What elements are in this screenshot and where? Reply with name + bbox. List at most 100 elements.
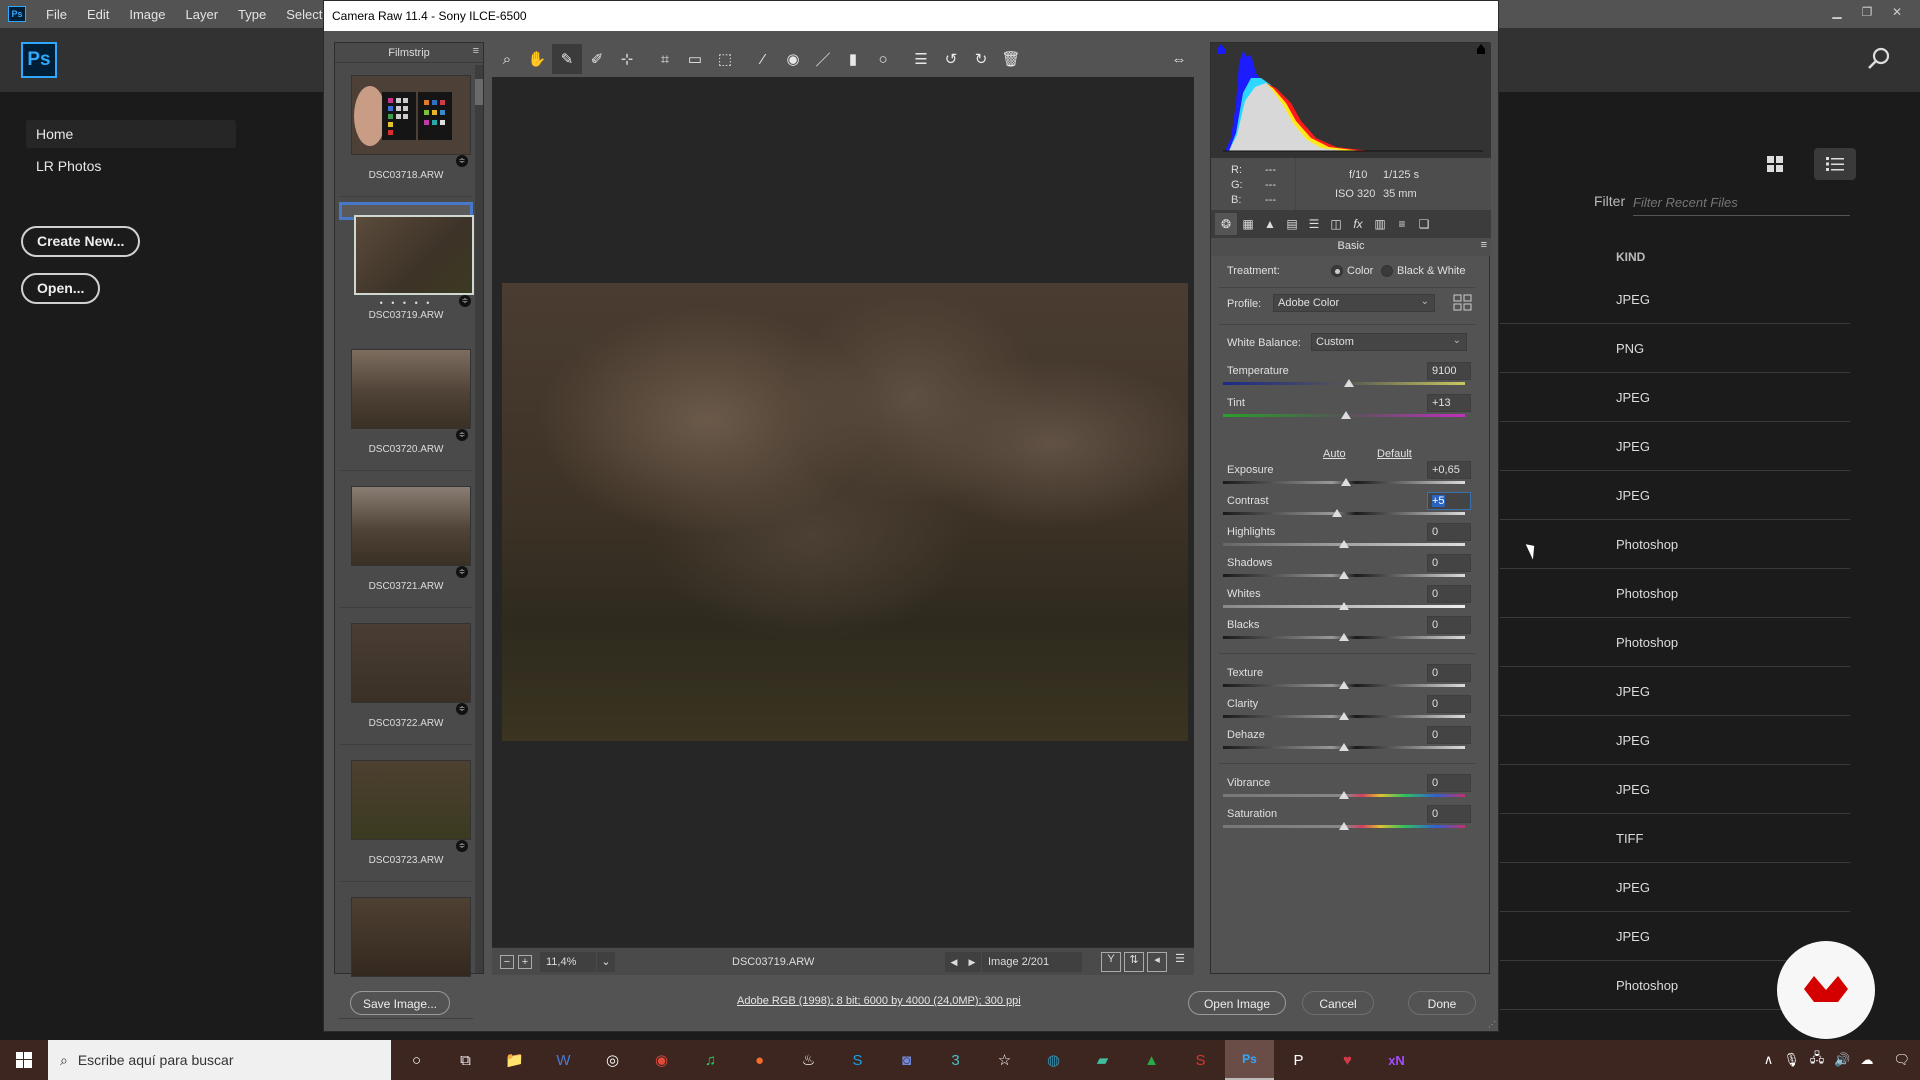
recent-file-row[interactable]: JPEG <box>1500 373 1850 422</box>
dehaze-slider-handle[interactable] <box>1339 743 1349 751</box>
minimize-button[interactable]: ▁ <box>1822 2 1852 22</box>
brand-bubble[interactable] <box>1777 941 1875 1039</box>
recent-file-row[interactable]: TIFF <box>1500 814 1850 863</box>
photoshop-taskbar-icon[interactable]: Ps <box>1225 1040 1274 1080</box>
open-button[interactable]: Open... <box>21 273 101 304</box>
file-explorer-taskbar-icon[interactable]: 📁 <box>490 1040 539 1080</box>
presets-tab-icon[interactable]: ≡ <box>1391 213 1413 235</box>
menu-type[interactable]: Type <box>238 7 266 22</box>
whites-slider-handle[interactable] <box>1339 602 1349 610</box>
notifications-icon[interactable]: 🗨 <box>1893 1052 1910 1068</box>
kind-column-header[interactable]: KIND <box>1616 250 1645 264</box>
recent-file-row[interactable]: JPEG <box>1500 471 1850 520</box>
vibrance-slider-handle[interactable] <box>1339 791 1349 799</box>
recent-file-row[interactable]: JPEG <box>1500 765 1850 814</box>
saturation-value-input[interactable]: 0 <box>1427 805 1471 823</box>
profile-select[interactable]: Adobe Color ⌄ <box>1273 294 1435 312</box>
recent-file-row[interactable]: Photoshop <box>1500 520 1850 569</box>
vibrance-value-input[interactable]: 0 <box>1427 774 1471 792</box>
recent-file-row[interactable]: Photoshop <box>1500 618 1850 667</box>
recent-file-row[interactable]: PNG <box>1500 324 1850 373</box>
app-circle-taskbar-icon[interactable]: ◍ <box>1029 1040 1078 1080</box>
highlights-slider-handle[interactable] <box>1339 540 1349 548</box>
scroll-thumb[interactable] <box>475 79 483 105</box>
preview-image[interactable] <box>502 283 1188 741</box>
cancel-button[interactable]: Cancel <box>1302 991 1374 1015</box>
tint-slider-handle[interactable] <box>1341 411 1352 419</box>
treatment-bw-radio[interactable]: Black & White <box>1381 265 1465 278</box>
zoom-level[interactable]: 11,4% <box>540 951 596 972</box>
rotate-left-tool-icon[interactable]: ↺ <box>936 44 966 74</box>
basic-tab-icon[interactable]: ❂ <box>1215 213 1237 235</box>
red-eye-tool-icon[interactable]: ◉ <box>778 44 808 74</box>
targeted-adjustment-tool-icon[interactable]: ⊹ <box>612 44 642 74</box>
blacks-slider-handle[interactable] <box>1339 633 1349 641</box>
menu-file[interactable]: File <box>46 7 67 22</box>
spot-removal-tool-icon[interactable]: ⁄ <box>748 44 778 74</box>
temperature-slider-handle[interactable] <box>1343 379 1354 387</box>
recent-file-row[interactable]: JPEG <box>1500 422 1850 471</box>
filmstrip-menu-icon[interactable]: ≡ <box>473 45 479 57</box>
create-new-button[interactable]: Create New... <box>21 226 141 257</box>
clarity-slider-handle[interactable] <box>1339 712 1349 720</box>
preview-preferences-icon[interactable]: ☰ <box>1170 952 1190 972</box>
delete-tool-icon[interactable]: 🗑 <box>996 44 1026 74</box>
grid-view-icon[interactable] <box>1766 155 1784 173</box>
lens-corrections-tab-icon[interactable]: ◫ <box>1325 213 1347 235</box>
whites-value-input[interactable]: 0 <box>1427 585 1471 603</box>
panel-menu-icon[interactable]: ≡ <box>1481 239 1487 251</box>
zbrush-taskbar-icon[interactable]: ☆ <box>980 1040 1029 1080</box>
zoom-in-button[interactable]: + <box>518 954 532 969</box>
swap-settings-icon[interactable]: ⇅ <box>1124 952 1144 972</box>
list-view-button[interactable] <box>1814 148 1856 180</box>
treatment-color-radio[interactable]: Color <box>1331 265 1373 278</box>
recent-file-row[interactable]: Photoshop <box>1500 569 1850 618</box>
texture-slider-handle[interactable] <box>1339 681 1349 689</box>
exposure-slider-handle[interactable] <box>1341 478 1352 486</box>
shadows-slider-handle[interactable] <box>1339 571 1349 579</box>
xnview-taskbar-icon[interactable]: xN <box>1372 1040 1421 1080</box>
save-image-button[interactable]: Save Image... <box>350 991 450 1015</box>
taskbar-search-box[interactable]: ⌕ Escribe aquí para buscar <box>48 1040 391 1080</box>
copy-settings-icon[interactable]: ◂ <box>1147 952 1167 972</box>
hand-tool-icon[interactable]: ✋ <box>522 44 552 74</box>
task-view-taskbar-icon[interactable]: ⧉ <box>441 1040 490 1080</box>
next-image-icon[interactable]: ▶ <box>963 952 981 972</box>
zoom-tool-icon[interactable]: ⌕ <box>492 44 522 74</box>
transform-tool-icon[interactable]: ⬚ <box>710 44 740 74</box>
menu-layer[interactable]: Layer <box>186 7 219 22</box>
filmstrip-item[interactable]: ≑ DSC03723.ARW <box>339 750 473 882</box>
3d-app-taskbar-icon[interactable]: 3 <box>931 1040 980 1080</box>
straighten-tool-icon[interactable]: ▭ <box>680 44 710 74</box>
split-toning-tab-icon[interactable]: ☰ <box>1303 213 1325 235</box>
white-balance-tool-icon[interactable]: ✎ <box>552 44 582 74</box>
filter-recent-files-input[interactable] <box>1633 190 1850 216</box>
contrast-slider-handle[interactable] <box>1331 509 1342 517</box>
filmstrip-item[interactable]: ≑ DSC03722.ARW <box>339 613 473 745</box>
zoom-dropdown-icon[interactable]: ⌄ <box>597 951 615 972</box>
temperature-value-input[interactable]: 9100 <box>1427 362 1471 380</box>
camera-calibration-tab-icon[interactable]: ▥ <box>1369 213 1391 235</box>
tone-curve-tab-icon[interactable]: ▦ <box>1237 213 1259 235</box>
recent-file-row[interactable]: JPEG <box>1500 667 1850 716</box>
search-icon[interactable] <box>1866 46 1892 72</box>
onedrive-icon[interactable]: ☁ <box>1860 1052 1873 1068</box>
default-link[interactable]: Default <box>1377 448 1412 460</box>
restore-button[interactable]: ❐ <box>1852 2 1882 22</box>
filmstrip-scrollbar[interactable] <box>475 65 483 973</box>
rotate-right-tool-icon[interactable]: ↻ <box>966 44 996 74</box>
saturation-slider-handle[interactable] <box>1339 822 1349 830</box>
white-balance-select[interactable]: Custom ⌄ <box>1311 333 1467 351</box>
graduated-filter-tool-icon[interactable]: ▮ <box>838 44 868 74</box>
before-after-view-icon[interactable]: Y <box>1101 952 1121 972</box>
clarity-value-input[interactable]: 0 <box>1427 695 1471 713</box>
filmstrip-item-selected[interactable]: ≑ DSC03719.ARW • • • • • <box>339 202 474 321</box>
network-icon[interactable]: 🖧 <box>1810 1049 1825 1071</box>
resize-handle-icon[interactable]: ⋰ <box>1488 1020 1496 1029</box>
substance-taskbar-icon[interactable]: S <box>1176 1040 1225 1080</box>
photos-taskbar-icon[interactable]: ▰ <box>1078 1040 1127 1080</box>
origin-taskbar-icon[interactable]: ● <box>735 1040 784 1080</box>
evernote-taskbar-icon[interactable]: ▲ <box>1127 1040 1176 1080</box>
recent-file-row[interactable]: JPEG <box>1500 275 1850 324</box>
fullscreen-toggle-icon[interactable]: ⇔ <box>1164 44 1194 74</box>
